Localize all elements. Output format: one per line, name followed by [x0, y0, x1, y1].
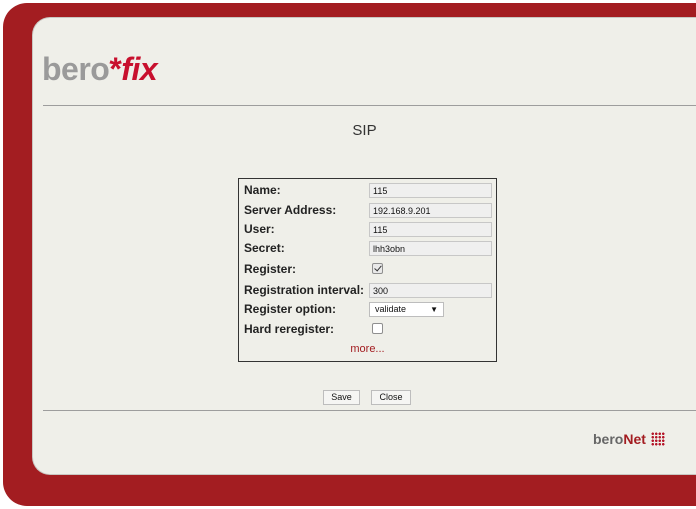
register-option-value: validate [375, 304, 407, 314]
beronet-logo: beroNet [593, 431, 665, 447]
footer-brand-bero: bero [593, 431, 624, 447]
sip-form: Name: Server Address: User: Secret: Regi… [238, 178, 497, 362]
server-address-input[interactable] [369, 203, 492, 218]
logo-bero-text: bero [42, 51, 110, 87]
dropdown-arrow-icon: ▼ [430, 305, 438, 314]
name-input[interactable] [369, 183, 492, 198]
more-link[interactable]: more... [239, 343, 496, 355]
berofix-logo: bero*fix [42, 51, 158, 88]
secret-label: Secret: [244, 241, 285, 255]
server-address-label: Server Address: [244, 203, 337, 217]
hard-reregister-row: Hard reregister: [244, 322, 494, 337]
register-checkbox[interactable] [372, 263, 383, 274]
user-label: User: [244, 222, 275, 236]
main-panel: bero*fix SIP Name: Server Address: User:… [32, 17, 696, 475]
name-label: Name: [244, 183, 281, 197]
footer-brand-net: Net [623, 431, 646, 447]
register-row: Register: [244, 262, 494, 277]
page-title: SIP [352, 122, 377, 139]
secret-input[interactable] [369, 241, 492, 256]
register-label: Register: [244, 262, 297, 276]
registration-interval-input[interactable] [369, 283, 492, 298]
beronet-dots-icon [650, 432, 665, 446]
secret-row: Secret: [244, 241, 494, 256]
save-button[interactable]: Save [323, 390, 360, 405]
logo-star: * [109, 51, 122, 87]
close-button[interactable]: Close [371, 390, 411, 405]
register-option-label: Register option: [244, 302, 336, 316]
hard-reregister-label: Hard reregister: [244, 322, 335, 336]
hard-reregister-checkbox[interactable] [372, 323, 383, 334]
user-input[interactable] [369, 222, 492, 237]
registration-interval-row: Registration interval: [244, 283, 494, 298]
registration-interval-label: Registration interval: [244, 283, 365, 297]
server-address-row: Server Address: [244, 203, 494, 218]
logo-fix-text: fix [121, 51, 158, 87]
footer-divider [43, 410, 696, 411]
name-row: Name: [244, 183, 494, 198]
header-divider [43, 105, 696, 106]
register-option-select[interactable]: validate ▼ [369, 302, 444, 317]
user-row: User: [244, 222, 494, 237]
register-option-row: Register option: validate ▼ [244, 302, 494, 317]
